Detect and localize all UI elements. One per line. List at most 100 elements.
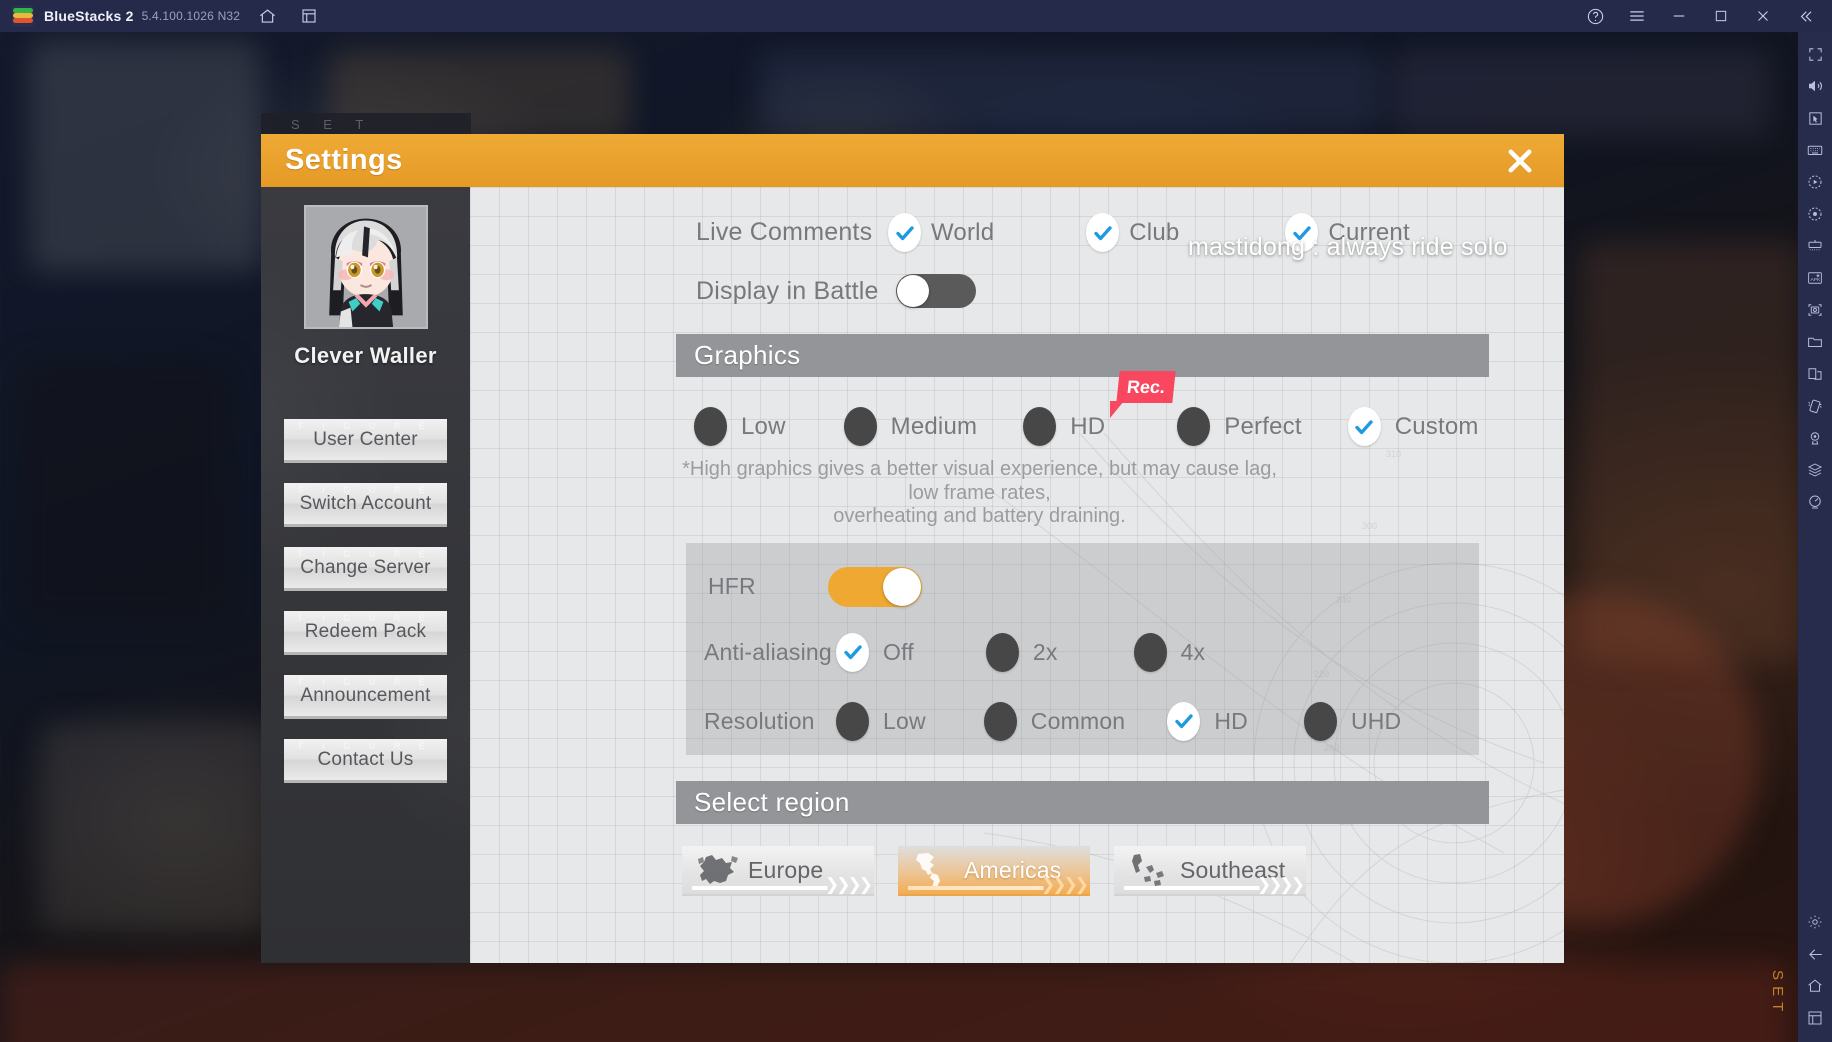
region-button-europe[interactable]: Europe ❯❯❯❯: [682, 845, 874, 896]
multi-instance-icon[interactable]: [1800, 358, 1830, 390]
anti-aliasing-option-off[interactable]: Off: [836, 632, 914, 672]
toggle-knob: [883, 567, 921, 606]
avatar[interactable]: [303, 205, 428, 329]
sidebar-item-label: Contact Us: [317, 748, 414, 770]
region-button-americas[interactable]: Americas ❯❯❯❯: [898, 845, 1090, 896]
checkbox-checked-icon[interactable]: [1347, 407, 1381, 446]
option-label: 4x: [1180, 638, 1206, 665]
media-folder-icon[interactable]: [1800, 326, 1830, 358]
live-comments-label: Live Comments: [696, 218, 873, 246]
region-section-header: Select region: [676, 780, 1489, 824]
close-icon[interactable]: [1742, 0, 1784, 32]
resolution-option-common[interactable]: Common: [983, 701, 1126, 741]
americas-map-icon: [916, 852, 940, 889]
checkbox-checked-icon[interactable]: [1086, 213, 1120, 252]
live-comments-option-world[interactable]: World: [888, 213, 994, 252]
radio-unselected-icon[interactable]: [985, 632, 1019, 672]
option-label: Medium: [890, 412, 978, 440]
radio-unselected-icon[interactable]: [694, 407, 727, 446]
dialog-body: Clever Waller F I G U R E User Center F …: [261, 187, 1564, 963]
hfr-label: HFR: [708, 573, 756, 600]
display-in-battle-toggle[interactable]: [896, 274, 976, 308]
option-label: Low: [741, 412, 786, 440]
live-comments-option-club[interactable]: Club: [1086, 213, 1179, 252]
sidebar-item-label: Change Server: [300, 556, 431, 578]
fullscreen-icon[interactable]: [1800, 38, 1830, 70]
option-label: Custom: [1394, 412, 1479, 440]
pointer-icon[interactable]: [1800, 102, 1830, 134]
screenshot-icon[interactable]: [1800, 294, 1830, 326]
anti-aliasing-option-2x[interactable]: 2x: [985, 632, 1058, 672]
graphics-quality-low[interactable]: Low: [694, 407, 786, 446]
back-icon[interactable]: [1800, 938, 1830, 970]
settings-gear-icon[interactable]: [1800, 906, 1830, 938]
sidebar-item-redeem-pack[interactable]: F I G U R E Redeem Pack: [284, 611, 447, 655]
sidebar-item-label: User Center: [313, 428, 418, 450]
page-title: Settings: [285, 144, 403, 176]
sidebar-item-user-center[interactable]: F I G U R E User Center: [284, 419, 447, 463]
resolution-option-low[interactable]: Low: [836, 701, 926, 741]
option-label: Common: [1030, 707, 1126, 734]
trim-memory-icon[interactable]: [1800, 486, 1830, 518]
sidebar-item-contact-us[interactable]: F I G U R E Contact Us: [284, 739, 447, 783]
graphics-quality-medium[interactable]: Medium: [843, 407, 978, 446]
region-buttons-row: Europe ❯❯❯❯ Americas ❯❯❯❯ Southeast ❯❯❯❯: [470, 845, 1564, 896]
record-icon[interactable]: [1800, 198, 1830, 230]
radio-unselected-icon[interactable]: [1303, 701, 1337, 741]
game-controls-icon[interactable]: [1800, 230, 1830, 262]
radio-unselected-icon[interactable]: [836, 701, 869, 741]
bluestacks-window: BlueStacks 2 5.4.100.1026 N32 APK S E T …: [0, 0, 1832, 1042]
region-chevrons-icon: ❯❯❯❯: [1041, 874, 1089, 894]
region-label: Europe: [748, 857, 824, 884]
volume-icon[interactable]: [1800, 70, 1830, 102]
maximize-icon[interactable]: [1700, 0, 1742, 32]
resolution-option-hd[interactable]: HD: [1167, 701, 1248, 741]
checkbox-checked-icon[interactable]: [888, 213, 921, 252]
resolution-label: Resolution: [704, 707, 815, 734]
collapse-icon[interactable]: [1784, 0, 1826, 32]
location-icon[interactable]: [1800, 422, 1830, 454]
keyboard-icon[interactable]: [1800, 134, 1830, 166]
recents-icon[interactable]: [1800, 1002, 1830, 1034]
hfr-toggle[interactable]: [828, 566, 922, 607]
sidebar-item-switch-account[interactable]: F I G U R E Switch Account: [284, 483, 447, 527]
app-version: 5.4.100.1026 N32: [141, 9, 241, 23]
macro-play-icon[interactable]: [1800, 166, 1830, 198]
resolution-option-uhd[interactable]: UHD: [1303, 701, 1401, 741]
region-chevrons-icon: ❯❯❯❯: [825, 874, 873, 894]
settings-rows: Live Comments World Club Current Display…: [470, 213, 1564, 896]
window-titlebar: BlueStacks 2 5.4.100.1026 N32: [0, 0, 1832, 32]
anti-aliasing-option-4x[interactable]: 4x: [1133, 632, 1206, 672]
graphics-quality-perfect[interactable]: Perfect: [1177, 407, 1302, 446]
sidebar-item-change-server[interactable]: F I G U R E Change Server: [284, 547, 447, 591]
graphics-quality-hd[interactable]: HD: [1023, 407, 1105, 446]
option-label: Club: [1129, 218, 1180, 246]
close-dialog-button[interactable]: [1498, 139, 1542, 183]
toggle-knob: [897, 275, 929, 307]
chat-overlay-message: mastidong : always ride solo: [1188, 233, 1508, 261]
window-controls: [1574, 0, 1832, 32]
sidebar-item-announcement[interactable]: F I G U R E Announcement: [284, 675, 447, 719]
help-icon[interactable]: [1574, 0, 1616, 32]
minimize-icon[interactable]: [1658, 0, 1700, 32]
svg-text:APK: APK: [1811, 277, 1821, 283]
hamburger-menu-icon[interactable]: [1616, 0, 1658, 32]
home-icon[interactable]: [1800, 970, 1830, 1002]
radio-unselected-icon[interactable]: [1177, 407, 1211, 446]
hfr-row: HFR: [686, 543, 1479, 607]
radio-unselected-icon[interactable]: [843, 407, 877, 446]
multi-instance-icon[interactable]: [294, 1, 324, 31]
home-icon[interactable]: [252, 1, 282, 31]
install-apk-icon[interactable]: APK: [1800, 262, 1830, 294]
radio-unselected-icon[interactable]: [983, 701, 1017, 741]
graphics-quality-custom[interactable]: Custom: [1347, 407, 1479, 446]
checkbox-checked-icon[interactable]: [1167, 701, 1201, 741]
radio-unselected-icon[interactable]: [1023, 407, 1057, 446]
option-label: HD: [1214, 707, 1248, 734]
checkbox-checked-icon[interactable]: [836, 632, 869, 672]
layers-icon[interactable]: [1800, 454, 1830, 486]
region-button-southeast[interactable]: Southeast ❯❯❯❯: [1114, 845, 1306, 896]
option-label: HD: [1070, 412, 1106, 440]
shake-icon[interactable]: [1800, 390, 1830, 422]
radio-unselected-icon[interactable]: [1133, 632, 1167, 672]
